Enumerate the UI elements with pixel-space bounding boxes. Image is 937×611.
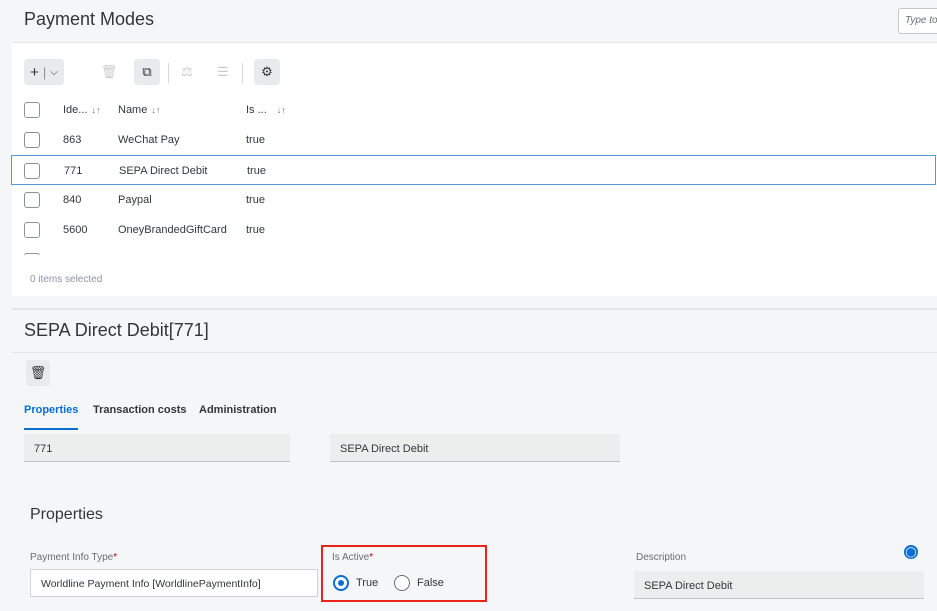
sort-icon: ↓↑: [91, 105, 101, 115]
list-icon[interactable]: ☰: [210, 59, 236, 85]
cell-name: WeChat Pay: [118, 134, 180, 146]
cell-identifier: 771: [64, 165, 83, 177]
description-label: Description: [636, 552, 687, 563]
cell-is-active: true: [246, 194, 265, 206]
separator-glyph: |: [42, 64, 47, 80]
column-header-is-active[interactable]: Is ... ↓↑: [246, 104, 286, 116]
row-checkbox[interactable]: [24, 253, 40, 255]
toolbar-divider: [168, 63, 169, 83]
settings-gear-icon[interactable]: ⚙: [254, 59, 280, 85]
radio-false-label: False: [417, 577, 444, 589]
row-checkbox[interactable]: [24, 192, 40, 208]
detail-divider: [12, 352, 937, 353]
active-tab-indicator: [24, 428, 78, 430]
selection-count: 0 items selected: [30, 274, 103, 285]
is-active-label: Is Active*: [332, 552, 374, 563]
cell-is-active: true: [247, 165, 266, 177]
table-header-row: Ide... ↓↑ Name ↓↑ Is ... ↓↑: [12, 95, 937, 125]
tab-properties[interactable]: Properties: [24, 404, 78, 416]
code-field[interactable]: 771: [24, 434, 290, 462]
table-row-partial[interactable]: [12, 247, 937, 255]
cell-identifier: 840: [63, 194, 82, 206]
detail-title: SEPA Direct Debit[771]: [24, 320, 209, 340]
page-title: Payment Modes: [24, 9, 155, 29]
row-checkbox[interactable]: [24, 222, 40, 238]
cell-is-active: true: [246, 134, 265, 146]
delete-icon[interactable]: 🗑: [96, 59, 122, 85]
globe-icon[interactable]: ◯: [904, 545, 918, 559]
tab-administration[interactable]: Administration: [199, 404, 277, 416]
payment-info-type-field[interactable]: Worldline Payment Info [WorldlinePayment…: [30, 569, 318, 597]
toolbar-divider: [242, 63, 243, 83]
select-all-checkbox[interactable]: [24, 102, 40, 118]
column-header-identifier[interactable]: Ide... ↓↑: [63, 104, 100, 116]
section-divider: [12, 308, 937, 310]
table-row[interactable]: 5600 OneyBrandedGiftCard true: [12, 215, 937, 245]
delete-button[interactable]: 🗑: [26, 360, 50, 386]
table-row[interactable]: 771 SEPA Direct Debit true: [11, 155, 936, 185]
cell-identifier: 5600: [63, 224, 88, 236]
description-field[interactable]: SEPA Direct Debit: [634, 571, 924, 599]
radio-true[interactable]: [333, 575, 349, 591]
tab-transaction-costs[interactable]: Transaction costs: [93, 404, 187, 416]
trash-icon: 🗑: [29, 365, 47, 380]
cell-is-active: true: [246, 224, 265, 236]
row-checkbox[interactable]: [24, 163, 40, 179]
cell-name: SEPA Direct Debit: [119, 165, 208, 177]
payment-info-type-label: Payment Info Type*: [30, 552, 118, 563]
column-header-name[interactable]: Name ↓↑: [118, 104, 160, 116]
search-input[interactable]: Type to search: [898, 8, 937, 34]
row-checkbox[interactable]: [24, 132, 40, 148]
copy-icon[interactable]: ⧉: [134, 59, 160, 85]
chevron-down-icon: ⌵: [50, 66, 58, 78]
plus-icon: +: [30, 63, 39, 81]
cell-name: OneyBrandedGiftCard: [118, 224, 227, 236]
compare-icon[interactable]: ⚖: [174, 59, 200, 85]
table-panel: + | ⌵ 🗑 ⧉ ⚖ ☰ ⚙ Ide... ↓↑ Name ↓↑ Is ... ↓↑…: [11, 42, 937, 296]
sort-icon: ↓↑: [151, 105, 161, 115]
name-field[interactable]: SEPA Direct Debit: [330, 434, 620, 462]
table-row[interactable]: 840 Paypal true: [12, 185, 937, 215]
radio-true-label: True: [356, 577, 379, 589]
cell-name: Paypal: [118, 194, 152, 206]
properties-section-title: Properties: [30, 506, 103, 523]
cell-identifier: 863: [63, 134, 82, 146]
radio-false[interactable]: [394, 575, 410, 591]
sort-icon: ↓↑: [276, 105, 286, 115]
add-button[interactable]: + | ⌵: [24, 59, 64, 85]
table-row[interactable]: 863 WeChat Pay true: [12, 125, 937, 155]
